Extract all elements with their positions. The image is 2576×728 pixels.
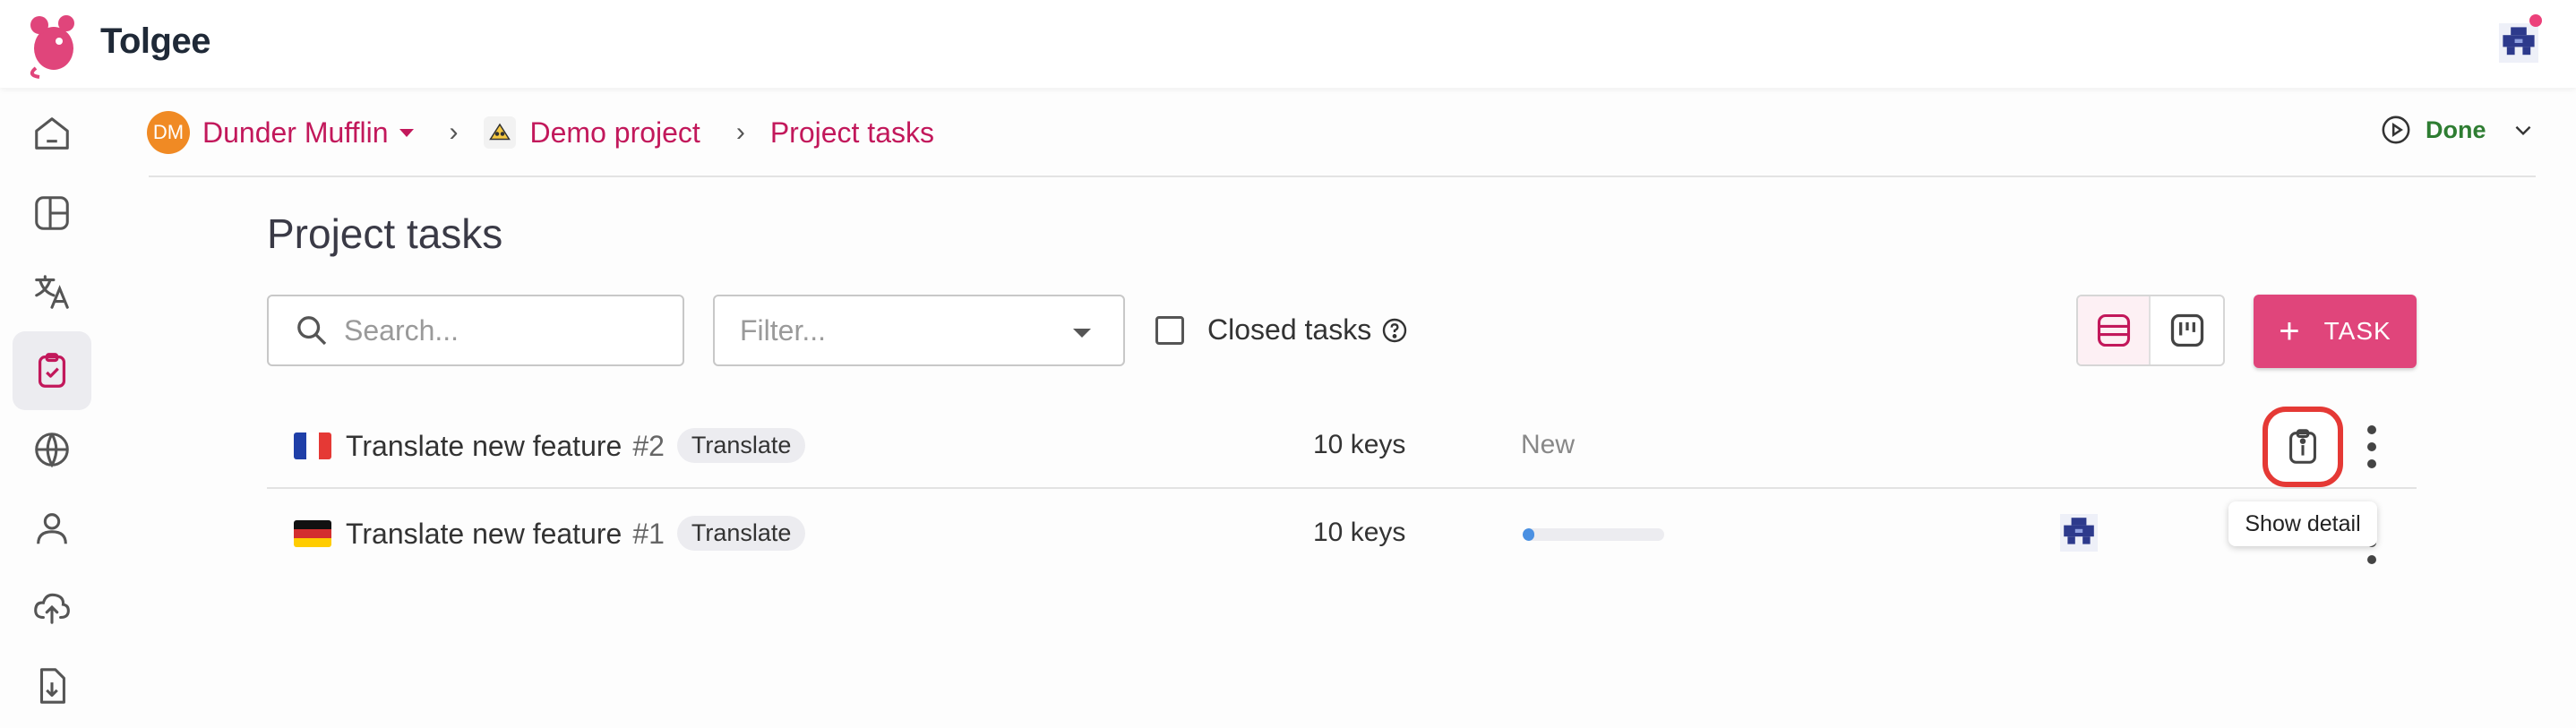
closed-tasks-label: Closed tasks: [1207, 313, 1372, 346]
task-progress-bar: [1523, 528, 1664, 541]
sidebar-item-tasks[interactable]: [13, 331, 91, 410]
task-state: New: [1521, 430, 1576, 459]
header-divider: [149, 176, 2536, 177]
search-input[interactable]: [344, 313, 648, 347]
sidebar-item-members[interactable]: [13, 489, 91, 568]
brand-name[interactable]: Tolgee: [100, 21, 210, 62]
org-avatar: DM: [147, 111, 190, 154]
top-bar: Tolgee: [0, 0, 2576, 88]
tooltip: Show detail: [2228, 501, 2377, 546]
task-title[interactable]: Translate new feature #1 Translate: [346, 516, 806, 551]
breadcrumb-current[interactable]: Project tasks: [770, 116, 934, 150]
plus-icon: +: [2279, 311, 2301, 351]
breadcrumb: DM Dunder Mufflin › Demo project › Proje…: [147, 109, 934, 156]
chevron-down-icon[interactable]: [2512, 118, 2535, 141]
help-icon[interactable]: [1380, 316, 1409, 345]
task-name-text: Translate new feature: [346, 430, 623, 462]
task-keys-count: 10 keys: [1313, 518, 1406, 547]
flag-de-icon: [294, 520, 331, 547]
search-field[interactable]: [267, 295, 684, 366]
file-download-icon: [39, 668, 65, 704]
breadcrumb-separator-icon: ›: [735, 117, 745, 147]
home-icon: [35, 117, 69, 150]
closed-tasks-toggle[interactable]: Closed tasks: [1155, 313, 1409, 347]
board-view-button[interactable]: [2151, 296, 2223, 364]
org-dropdown-caret-icon[interactable]: [399, 128, 414, 137]
globe-icon: [35, 433, 69, 468]
breadcrumb-org[interactable]: Dunder Mufflin: [202, 116, 389, 150]
task-number: #2: [632, 430, 665, 462]
task-name-text: Translate new feature: [346, 518, 623, 550]
tolgee-logo-icon[interactable]: [27, 9, 82, 79]
status-label: Done: [2426, 116, 2486, 143]
view-toggle: [2076, 295, 2225, 366]
user-avatar[interactable]: [2499, 23, 2538, 63]
task-number: #1: [632, 518, 665, 550]
task-type-badge: Translate: [676, 516, 806, 551]
clipboard-info-icon: [2289, 429, 2316, 464]
translate-icon: [35, 275, 69, 309]
search-icon: [297, 316, 327, 346]
cloud-upload-icon: [34, 593, 70, 624]
flag-fr-icon: [294, 433, 331, 459]
more-options-icon[interactable]: [2366, 425, 2377, 468]
sidebar-item-translations[interactable]: [13, 253, 91, 331]
sidebar-item-languages[interactable]: [13, 410, 91, 489]
closed-tasks-checkbox[interactable]: [1155, 315, 1184, 345]
filter-placeholder: Filter...: [740, 313, 827, 347]
filter-select[interactable]: Filter...: [713, 295, 1125, 366]
add-task-label: TASK: [2323, 317, 2391, 345]
list-view-button[interactable]: [2078, 296, 2151, 364]
sidebar-item-dashboard[interactable]: [13, 174, 91, 253]
task-keys-count: 10 keys: [1313, 430, 1406, 459]
task-title[interactable]: Translate new feature #2 Translate: [346, 428, 806, 463]
clipboard-check-icon: [38, 353, 66, 388]
task-progress-fill: [1523, 528, 1534, 541]
sidebar-item-home[interactable]: [13, 95, 91, 174]
task-row[interactable]: Translate new feature #1 Translate 10 keys: [267, 491, 2417, 577]
page-title: Project tasks: [267, 210, 503, 257]
show-detail-button[interactable]: [2263, 407, 2343, 487]
layout-icon: [35, 196, 69, 230]
sidebar: [0, 88, 103, 728]
task-type-badge: Translate: [676, 428, 806, 463]
assignee-avatar[interactable]: [2060, 514, 2098, 552]
list-view-icon: [2097, 313, 2130, 347]
batch-status[interactable]: Done: [2381, 115, 2535, 145]
board-view-icon: [2170, 313, 2203, 347]
play-circle-icon: [2382, 116, 2410, 144]
breadcrumb-project[interactable]: Demo project: [530, 116, 700, 150]
user-icon: [37, 513, 67, 544]
task-row[interactable]: Translate new feature #2 Translate 10 keys…: [267, 403, 2417, 489]
filter-dropdown-icon: [1073, 329, 1091, 338]
sidebar-item-export[interactable]: [13, 647, 91, 725]
breadcrumb-separator-icon: ›: [449, 117, 459, 147]
notification-dot: [2529, 14, 2542, 27]
add-task-button[interactable]: + TASK: [2254, 295, 2417, 368]
sidebar-item-import[interactable]: [13, 568, 91, 647]
project-avatar-icon: [483, 116, 516, 149]
